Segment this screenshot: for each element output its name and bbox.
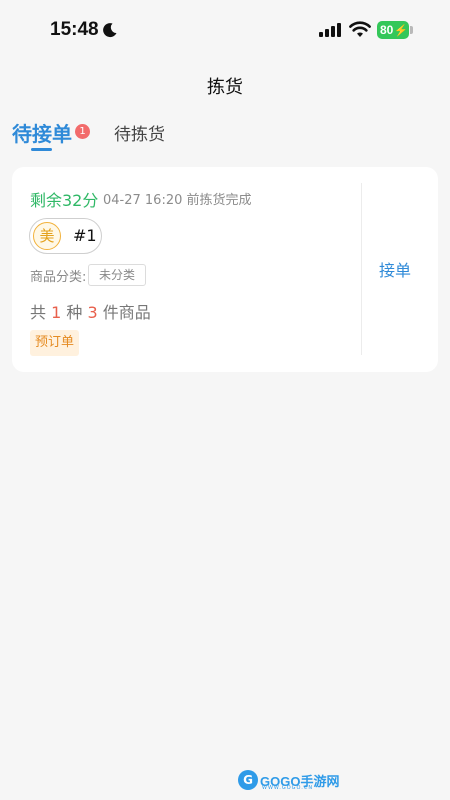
watermark-sub: WWW.GOGO.CN (262, 785, 314, 791)
kinds-unit: 种 (66, 303, 83, 322)
divider (361, 183, 362, 355)
tab-pending-pick[interactable]: 待拣货 (114, 120, 165, 145)
status-bar: 15:48 80 ⚡ (0, 0, 450, 60)
tab-badge: 1 (75, 124, 90, 139)
preorder-tag: 预订单 (30, 330, 80, 356)
pieces-unit: 件商品 (102, 303, 151, 322)
accept-order-button[interactable]: 接单 (368, 257, 422, 281)
category-label: 商品分类: (30, 270, 87, 285)
moon-icon (103, 23, 117, 38)
category-tag: 未分类 (88, 264, 147, 286)
battery-cap (410, 26, 413, 34)
remaining-time: 剩余32分 (30, 191, 99, 210)
gogo-logo-icon: G (238, 770, 258, 790)
platform-icon: 美 (33, 222, 61, 250)
battery-level: 80 (380, 23, 394, 37)
platform-order-pill: 美 #1 (29, 218, 102, 254)
active-tab-indicator (31, 148, 52, 151)
order-number: #1 (73, 226, 97, 245)
count-prefix: 共 (30, 303, 47, 322)
battery-icon: 80 ⚡ (377, 21, 409, 39)
item-count: 共 1 种 3 件商品 (30, 299, 151, 323)
signal-icon (319, 23, 341, 37)
wifi-icon (349, 21, 371, 37)
page-title: 拣货 (207, 77, 243, 98)
tab-pending-accept[interactable]: 待接单 (12, 118, 72, 147)
pieces-count: 3 (87, 303, 98, 322)
charging-bolt-icon: ⚡ (394, 24, 409, 37)
status-time: 15:48 (50, 19, 99, 40)
kinds-count: 1 (51, 303, 62, 322)
order-card[interactable]: 剩余32分 04-27 16:20 前拣货完成 美 #1 商品分类: 未分类 共… (12, 167, 438, 372)
watermark-logo: G GOGO手游网 WWW.GOGO.CN (238, 768, 339, 792)
pick-deadline: 04-27 16:20 前拣货完成 (103, 193, 252, 208)
